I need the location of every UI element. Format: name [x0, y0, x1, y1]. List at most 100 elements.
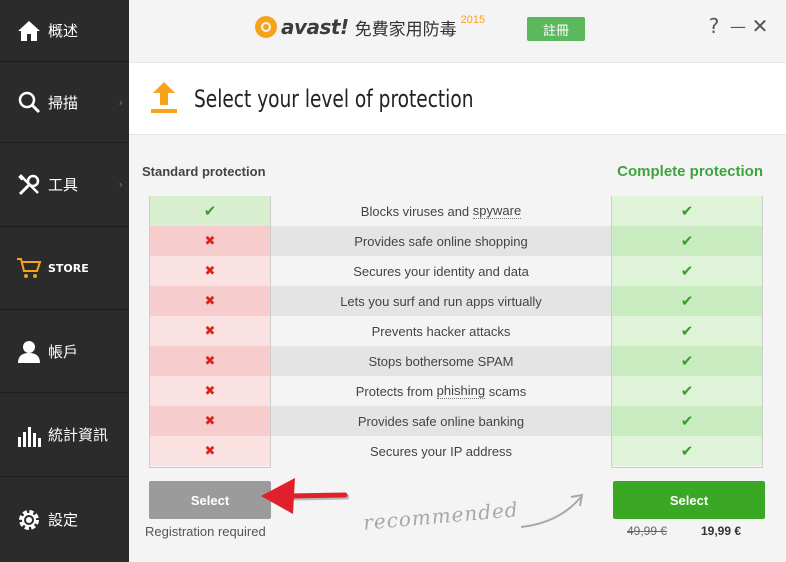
- standard-cell: ✖: [150, 256, 270, 286]
- stats-icon: [16, 422, 42, 448]
- feature-label-text: Prevents hacker attacks: [371, 323, 511, 339]
- product-title: 免費家用防毒: [354, 19, 457, 40]
- cross-icon: ✖: [204, 263, 216, 279]
- check-icon: ✔: [680, 292, 694, 310]
- feature-label: Protects from phishing scams: [271, 376, 611, 406]
- standard-cell: ✖: [150, 436, 270, 466]
- table-row: ✖ Provides safe online shopping ✔: [149, 226, 763, 256]
- table-row: ✖ Stops bothersome SPAM ✔: [149, 346, 763, 376]
- sidebar-item-store[interactable]: STORE: [0, 227, 129, 310]
- sidebar-item-scan[interactable]: 掃描 ›: [0, 62, 129, 143]
- complete-cell: ✔: [612, 196, 762, 226]
- standard-cell: ✖: [150, 376, 270, 406]
- table-row: ✖ Lets you surf and run apps virtually ✔: [149, 286, 763, 316]
- minimize-button[interactable]: —: [727, 17, 749, 36]
- check-icon: ✔: [680, 442, 694, 460]
- old-price: 49,99 €: [627, 524, 668, 538]
- select-standard-button[interactable]: Select: [149, 481, 271, 519]
- page-title: Select your level of protection: [194, 85, 474, 113]
- sidebar: 概述 掃描 › 工具 › STORE 帳戶 統計資訊 設定: [0, 0, 129, 562]
- standard-protection-heading: Standard protection: [142, 164, 266, 179]
- feature-glossary-link[interactable]: phishing: [436, 383, 486, 399]
- standard-cell: ✖: [150, 406, 270, 436]
- upload-arrow-icon: [151, 81, 177, 120]
- feature-label-text: Blocks viruses and: [360, 203, 473, 219]
- table-row: ✖ Secures your identity and data ✔: [149, 256, 763, 286]
- sidebar-item-account[interactable]: 帳戶: [0, 310, 129, 393]
- sidebar-item-tools[interactable]: 工具 ›: [0, 143, 129, 227]
- feature-label-text: Protects from: [355, 383, 437, 399]
- standard-cell: ✖: [150, 286, 270, 316]
- check-icon: ✔: [680, 262, 694, 280]
- complete-cell: ✔: [612, 226, 762, 256]
- sidebar-item-label: 統計資訊: [48, 426, 109, 444]
- table-row: ✖ Secures your IP address ✔: [149, 436, 763, 466]
- cross-icon: ✖: [204, 353, 216, 369]
- help-button[interactable]: ?: [703, 14, 725, 38]
- feature-label: Blocks viruses and spyware: [271, 196, 611, 226]
- chevron-right-icon: ›: [118, 178, 123, 191]
- page-header: Select your level of protection: [129, 62, 786, 135]
- feature-label: Provides safe online banking: [271, 406, 611, 436]
- avast-ball-icon: [255, 16, 277, 38]
- register-button[interactable]: 註冊: [527, 17, 585, 41]
- standard-cell: ✖: [150, 226, 270, 256]
- complete-cell: ✔: [612, 376, 762, 406]
- check-icon: ✔: [680, 232, 694, 250]
- complete-cell: ✔: [612, 256, 762, 286]
- sidebar-item-overview[interactable]: 概述: [0, 0, 129, 62]
- recommended-arrow-icon: [520, 493, 584, 528]
- cross-icon: ✖: [204, 383, 216, 399]
- select-complete-button[interactable]: Select: [613, 481, 765, 519]
- check-icon: ✔: [680, 352, 694, 370]
- magnifier-icon: [16, 89, 42, 115]
- cart-icon: [16, 255, 42, 281]
- table-row: ✖ Provides safe online banking ✔: [149, 406, 763, 436]
- feature-label-text: Secures your IP address: [369, 443, 513, 459]
- sidebar-item-settings[interactable]: 設定: [0, 477, 129, 562]
- product-year: 2015: [460, 14, 486, 26]
- feature-label-text: Lets you surf and run apps virtually: [340, 293, 542, 309]
- home-icon: [16, 18, 42, 44]
- standard-cell: ✔: [150, 196, 270, 226]
- feature-label: Secures your identity and data: [271, 256, 611, 286]
- feature-label: Provides safe online shopping: [271, 226, 611, 256]
- sidebar-item-label: 工具: [48, 176, 79, 194]
- check-icon: ✔: [203, 202, 217, 220]
- complete-cell: ✔: [612, 406, 762, 436]
- recommended-label: recommended: [362, 497, 520, 535]
- cross-icon: ✖: [204, 413, 216, 429]
- table-row: ✔ Blocks viruses and spyware ✔: [149, 196, 763, 226]
- cross-icon: ✖: [204, 233, 216, 249]
- cross-icon: ✖: [204, 443, 216, 459]
- standard-cell: ✖: [150, 346, 270, 376]
- feature-label-text: scams: [485, 383, 527, 399]
- feature-label: Stops bothersome SPAM: [271, 346, 611, 376]
- comparison-panel: Standard protection Complete protection …: [129, 136, 786, 562]
- tools-icon: [16, 172, 42, 198]
- gear-icon: [16, 507, 42, 533]
- complete-cell: ✔: [612, 346, 762, 376]
- new-price: 19,99 €: [701, 524, 742, 538]
- chevron-right-icon: ›: [118, 95, 123, 109]
- feature-label: Prevents hacker attacks: [271, 316, 611, 346]
- avast-logo: avast! 免費家用防毒 2015: [253, 14, 485, 40]
- feature-glossary-link[interactable]: spyware: [472, 203, 522, 219]
- title-bar: avast! 免費家用防毒 2015 註冊 ? — ✕: [129, 0, 786, 62]
- complete-cell: ✔: [612, 436, 762, 466]
- annotation-arrow-icon: [261, 478, 349, 514]
- feature-label-text: Provides safe online shopping: [354, 233, 528, 249]
- table-row: ✖ Protects from phishing scams ✔: [149, 376, 763, 406]
- check-icon: ✔: [680, 382, 694, 400]
- complete-protection-heading: Complete protection: [617, 163, 763, 180]
- feature-label-text: Stops bothersome SPAM: [368, 353, 514, 369]
- sidebar-item-statistics[interactable]: 統計資訊: [0, 393, 129, 477]
- feature-label-text: Provides safe online banking: [357, 413, 525, 429]
- user-icon: [16, 338, 42, 364]
- standard-cell: ✖: [150, 316, 270, 346]
- complete-cell: ✔: [612, 286, 762, 316]
- sidebar-item-label: 掃描: [48, 93, 79, 112]
- close-button[interactable]: ✕: [749, 14, 771, 38]
- sidebar-item-label: 概述: [48, 22, 79, 40]
- check-icon: ✔: [680, 412, 694, 430]
